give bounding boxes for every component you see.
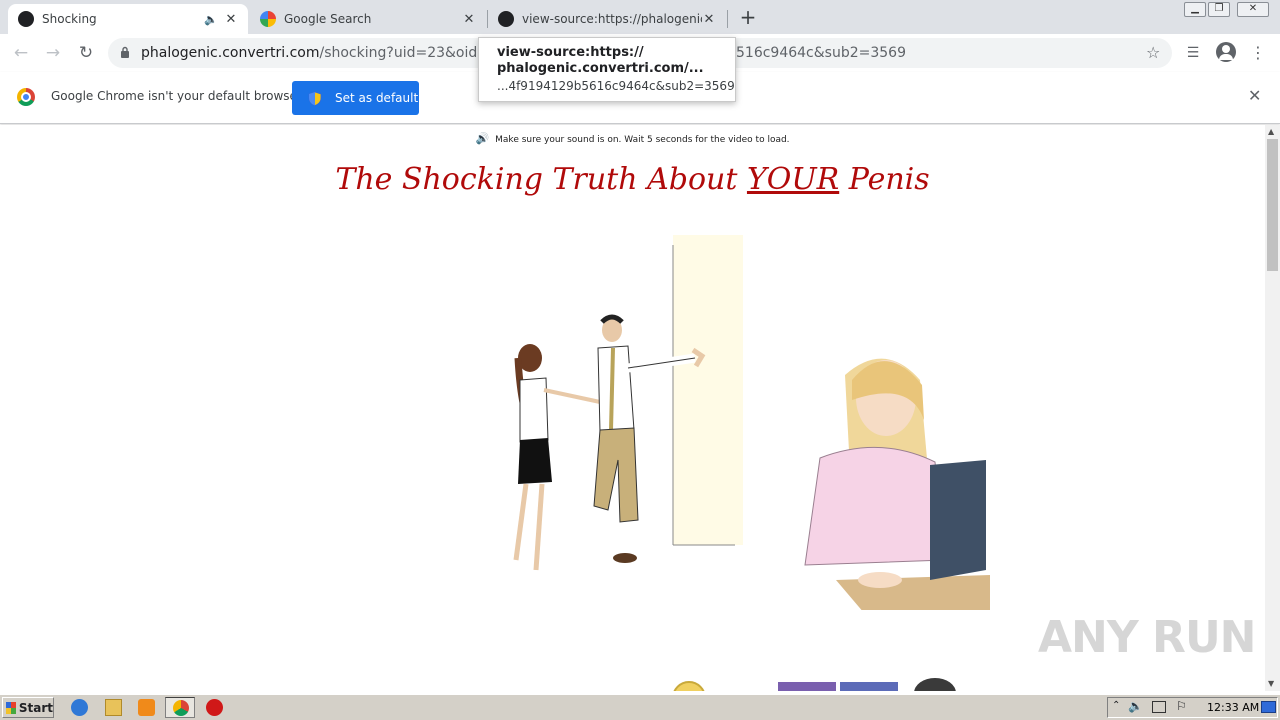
google-favicon-icon — [260, 11, 276, 27]
tab-google-search[interactable]: Google Search ✕ — [250, 4, 486, 34]
mastercard-logo-icon — [778, 682, 836, 691]
url-path-tail: 516c9464c&sub2=3569 — [736, 45, 906, 61]
scroll-up-icon[interactable]: ▲ — [1268, 127, 1274, 136]
secure-seal-icon — [914, 678, 956, 691]
close-window-button[interactable]: ✕ — [1237, 2, 1269, 17]
folder-icon[interactable] — [105, 699, 122, 716]
close-tab-icon[interactable]: ✕ — [462, 12, 476, 27]
tab-title: view-source:https://phalogenic.convertri… — [522, 12, 702, 26]
visa-logo-icon — [840, 682, 898, 691]
restore-button[interactable]: ❐ — [1208, 2, 1230, 17]
sound-note: 🔊 Make sure your sound is on. Wait 5 seco… — [0, 132, 1265, 145]
scroll-down-icon[interactable]: ▼ — [1268, 679, 1274, 688]
page-content: 🔊 Make sure your sound is on. Wait 5 seco… — [0, 125, 1265, 691]
ie-icon[interactable] — [71, 699, 88, 716]
chrome-taskbar-button[interactable] — [165, 697, 195, 718]
tooltip-line-2: phalogenic.convertri.com/... — [497, 61, 704, 76]
url-host: phalogenic.convertri.com — [141, 45, 320, 61]
clock[interactable]: 12:33 AM — [1207, 701, 1259, 714]
close-tab-icon[interactable]: ✕ — [224, 12, 238, 27]
system-tray: ⌃ 🔈 ⚐ 12:33 AM — [1107, 697, 1278, 718]
lock-icon — [121, 46, 129, 58]
tab-divider — [727, 10, 728, 28]
start-button[interactable]: Start — [2, 697, 54, 718]
new-tab-button[interactable]: + — [737, 6, 759, 28]
back-button[interactable]: ← — [9, 41, 33, 65]
tray-expand-icon[interactable]: ⌃ — [1112, 700, 1120, 711]
guarantee-badge-icon — [672, 681, 706, 691]
close-infobar-icon[interactable]: ✕ — [1248, 86, 1261, 105]
tab-view-source[interactable]: view-source:https://phalogenic.convertri… — [488, 4, 726, 34]
media-control-icon[interactable]: ☰ — [1181, 41, 1205, 65]
headline-part-1: The Shocking Truth About — [335, 162, 747, 197]
windows-logo-icon — [6, 701, 16, 714]
windows-taskbar: Start ⌃ 🔈 ⚐ 12:33 AM — [0, 694, 1280, 720]
anyrun-watermark: ANY RUN — [1038, 612, 1256, 663]
flag-icon[interactable]: ⚐ — [1176, 699, 1187, 713]
start-label: Start — [18, 700, 53, 715]
infobar-message: Google Chrome isn't your default browser — [51, 89, 302, 103]
tab-strip: Shocking 🔈 ✕ Google Search ✕ view-source… — [0, 0, 1280, 34]
sound-note-text: Make sure your sound is on. Wait 5 secon… — [495, 135, 790, 145]
profile-avatar-icon[interactable] — [1216, 42, 1236, 62]
tooltip-line-1: view-source:https:// — [497, 45, 644, 60]
speaker-icon[interactable]: 🔈 — [204, 13, 224, 26]
tab-shocking[interactable]: Shocking 🔈 ✕ — [8, 4, 248, 34]
menu-kebab-icon[interactable]: ⋮ — [1246, 41, 1270, 65]
page-headline: The Shocking Truth About YOUR Penis — [0, 162, 1265, 197]
convertri-favicon-icon — [18, 11, 34, 27]
close-tab-icon[interactable]: ✕ — [702, 12, 716, 27]
bookmark-star-icon[interactable]: ☆ — [1146, 43, 1160, 62]
set-as-default-label: Set as default — [335, 91, 419, 105]
tooltip-line-3: ...4f9194129b5616c9464c&sub2=3569 — [497, 79, 735, 93]
volume-icon[interactable]: 🔈 — [1128, 699, 1143, 713]
headline-emphasis: YOUR — [746, 162, 840, 197]
scroll-thumb[interactable] — [1267, 139, 1278, 271]
headline-part-2: Penis — [839, 162, 930, 197]
tab-title: Shocking — [42, 12, 97, 26]
convertri-favicon-icon — [498, 11, 514, 27]
minimize-button[interactable]: ▁ — [1184, 2, 1206, 17]
set-as-default-button[interactable]: Set as default — [292, 81, 419, 115]
speaker-icon: 🔊 — [475, 132, 490, 145]
video-illustration[interactable] — [490, 230, 990, 610]
show-desktop-icon[interactable] — [1261, 701, 1276, 713]
chrome-logo-icon — [17, 88, 35, 106]
media-player-icon[interactable] — [138, 699, 155, 716]
url-text: phalogenic.convertri.com/shocking?uid=23… — [141, 45, 527, 61]
tab-hover-tooltip: view-source:https:// phalogenic.convertr… — [478, 37, 736, 102]
shield-icon — [308, 91, 322, 106]
chrome-logo-icon — [173, 700, 189, 716]
antivirus-icon[interactable] — [206, 699, 223, 716]
page-scrollbar[interactable]: ▲ ▼ — [1265, 125, 1280, 691]
tab-title: Google Search — [284, 12, 372, 26]
network-icon[interactable] — [1152, 701, 1166, 713]
reload-button[interactable]: ↻ — [74, 41, 98, 65]
forward-button[interactable]: → — [41, 41, 65, 65]
